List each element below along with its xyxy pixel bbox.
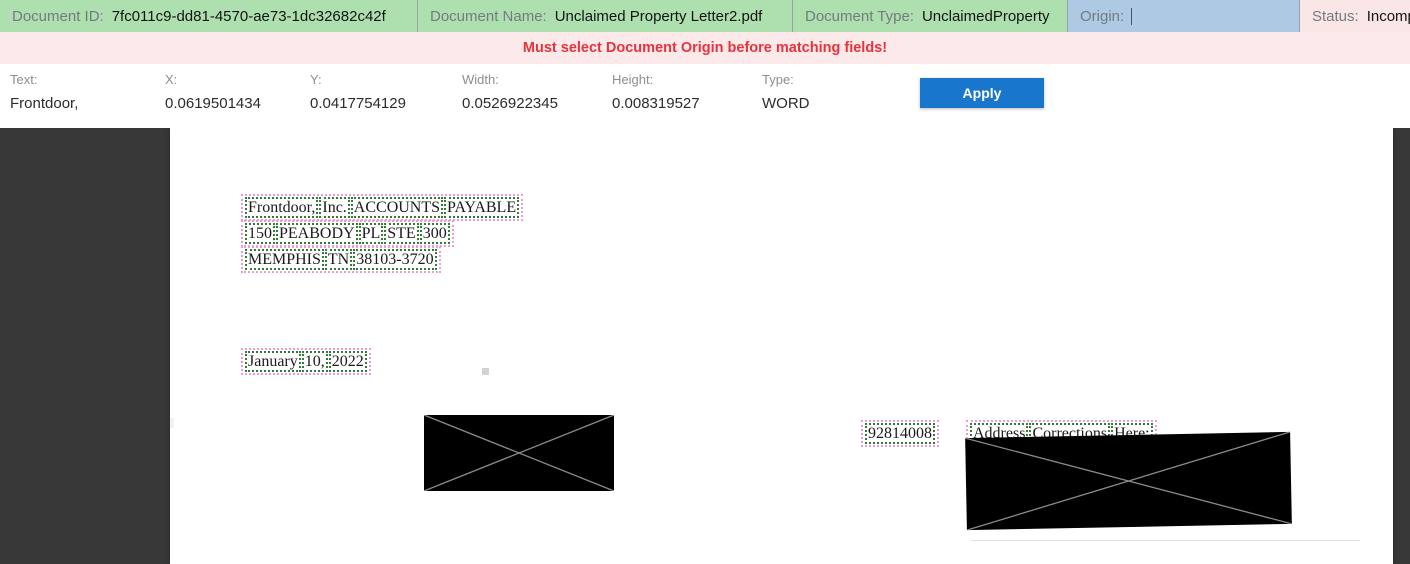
document-type-value: UnclaimedProperty — [921, 7, 1050, 25]
image-placeholder-left — [424, 415, 614, 491]
origin-input[interactable]: Origin: — [1068, 0, 1300, 32]
ocr-word-box[interactable]: ACCOUNTS — [350, 197, 444, 218]
ocr-word-box[interactable]: STE — [384, 223, 419, 244]
document-id-label: Document ID: — [12, 7, 104, 25]
page-faint-rule — [970, 540, 1360, 541]
y-label: Y: — [310, 72, 322, 87]
status-badge: Incomplete — [1366, 7, 1410, 25]
ocr-word-box[interactable]: PL — [358, 223, 384, 244]
ocr-word-box[interactable]: 300 — [419, 223, 450, 244]
meta-field-document-type: Document Type: UnclaimedProperty — [793, 0, 1068, 32]
meta-field-document-name: Document Name: Unclaimed Property Letter… — [418, 0, 793, 32]
page-speck-artifact — [482, 368, 489, 375]
apply-button[interactable]: Apply — [920, 78, 1044, 108]
ocr-word-box[interactable]: MEMPHIS — [245, 249, 324, 270]
line-account-number[interactable]: 92814008 — [861, 420, 939, 447]
x-value: 0.0619501434 — [165, 95, 261, 112]
width-value: 0.0526922345 — [462, 95, 558, 112]
ocr-word-box[interactable]: TN — [324, 249, 353, 270]
validation-warning-text: Must select Document Origin before match… — [522, 40, 888, 56]
ocr-word-box[interactable]: 38103-3720 — [353, 249, 437, 270]
origin-label: Origin: — [1080, 7, 1125, 25]
line-date[interactable]: January 10, 2022 — [241, 348, 371, 375]
meta-field-status: Status: Incomplete — [1300, 0, 1410, 32]
document-matching-app: Document ID: 7fc011c9-dd81-4570-ae73-1dc… — [0, 0, 1410, 564]
text-label: Text: — [10, 72, 38, 87]
line-citystatezip[interactable]: MEMPHIS TN 38103-3720 — [241, 246, 441, 273]
document-page[interactable]: Frontdoor, Inc. ACCOUNTS PAYABLE 150 PEABODY P… — [170, 128, 1393, 564]
line-street[interactable]: 150 PEABODY PL STE 300 — [241, 220, 454, 247]
line-company[interactable]: Frontdoor, Inc. ACCOUNTS PAYABLE — [241, 194, 524, 221]
ocr-word-box[interactable]: PEABODY — [276, 223, 358, 244]
image-placeholder-right — [965, 431, 1292, 531]
type-value: WORD — [762, 95, 810, 112]
document-name-label: Document Name: — [430, 7, 547, 25]
document-name-value: Unclaimed Property Letter2.pdf — [554, 7, 763, 25]
ocr-word-box[interactable]: Inc. — [319, 197, 350, 218]
ocr-word-box[interactable]: 10, — [301, 351, 328, 372]
ocr-word-box[interactable]: January — [245, 351, 301, 372]
document-type-label: Document Type: — [805, 7, 914, 25]
document-viewer[interactable]: Frontdoor, Inc. ACCOUNTS PAYABLE 150 PEABODY P… — [0, 128, 1410, 564]
document-meta-bar: Document ID: 7fc011c9-dd81-4570-ae73-1dc… — [0, 0, 1410, 32]
ocr-word-box[interactable]: PAYABLE — [444, 197, 520, 218]
ocr-word-box[interactable]: 92814008 — [865, 423, 935, 444]
page-edge-mark — [170, 418, 174, 428]
status-label: Status: — [1312, 7, 1359, 25]
width-label: Width: — [462, 72, 499, 87]
height-label: Height: — [612, 72, 654, 87]
validation-warning-bar: Must select Document Origin before match… — [0, 32, 1410, 64]
ocr-word-box[interactable]: 2022 — [328, 351, 367, 372]
ocr-word-box[interactable]: 150 — [245, 223, 275, 244]
ocr-word-box[interactable]: Frontdoor, — [245, 197, 319, 218]
text-value: Frontdoor, — [10, 95, 79, 112]
origin-text-caret — [1131, 7, 1133, 25]
selected-field-detail-row: Text: Frontdoor, X: 0.0619501434 Y: 0.04… — [0, 64, 1410, 128]
type-label: Type: — [762, 72, 794, 87]
height-value: 0.008319527 — [612, 95, 700, 112]
x-label: X: — [165, 72, 178, 87]
meta-field-document-id: Document ID: 7fc011c9-dd81-4570-ae73-1dc… — [0, 0, 418, 32]
y-value: 0.0417754129 — [310, 95, 406, 112]
document-id-value: 7fc011c9-dd81-4570-ae73-1dc32682c42f — [111, 7, 386, 25]
